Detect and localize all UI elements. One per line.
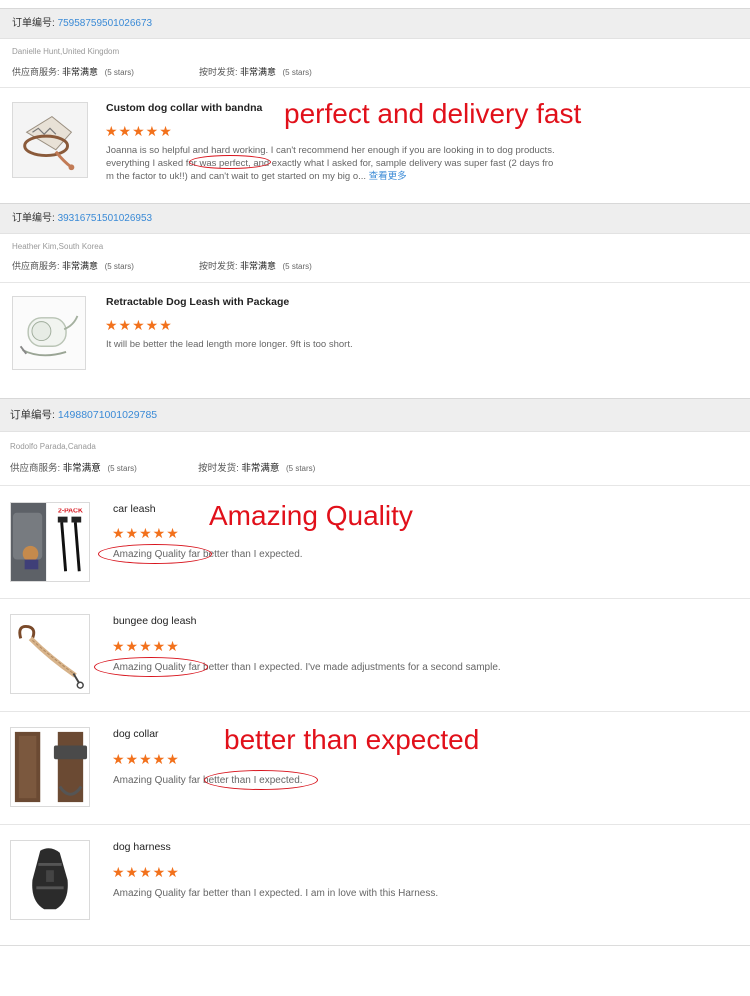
order-number-label: 订单编号: bbox=[12, 18, 55, 29]
dog-harness-icon bbox=[11, 841, 89, 919]
order-header: 订单编号: 14988071001029785 bbox=[0, 398, 750, 432]
buyer-name: Rodolfo Parada,Canada bbox=[10, 442, 96, 451]
car-leash-icon: 2-PACK bbox=[11, 503, 89, 581]
delivery-label: 按时发货: bbox=[198, 463, 239, 474]
order-number-link[interactable]: 39316751501026953 bbox=[58, 213, 153, 224]
supplier-service-label: 供应商服务: bbox=[12, 67, 60, 77]
pack-badge: 2-PACK bbox=[58, 508, 83, 515]
review-line-last: m the factor to uk!!) and can't wait to … bbox=[106, 171, 407, 182]
product-image[interactable] bbox=[12, 296, 86, 370]
product-name[interactable]: car leash bbox=[113, 503, 156, 515]
bungee-leash-icon bbox=[11, 615, 89, 693]
supplier-service-stars: (5 stars) bbox=[104, 68, 134, 77]
supplier-service-value: 非常满意 bbox=[62, 463, 101, 474]
highlight-ellipse bbox=[189, 155, 271, 169]
review-line: everything I asked for was perfect, and … bbox=[106, 158, 554, 169]
order-ratings: 供应商服务: 非常满意 (5 stars) 按时发货: 非常满意 (5 star… bbox=[10, 460, 315, 474]
star-rating: ★★★★★ bbox=[112, 751, 180, 767]
review-text: Amazing Quality far better than I expect… bbox=[113, 888, 439, 899]
delivery-value: 非常满意 bbox=[239, 67, 276, 77]
divider bbox=[0, 282, 750, 283]
star-rating: ★★★★★ bbox=[112, 638, 180, 654]
supplier-service-label: 供应商服务: bbox=[10, 463, 61, 474]
delivery-stars: (5 stars) bbox=[282, 68, 312, 77]
supplier-service-stars: (5 stars) bbox=[107, 464, 137, 473]
buyer-name: Danielle Hunt,United Kingdom bbox=[12, 47, 120, 56]
product-name[interactable]: Custom dog collar with bandna bbox=[106, 102, 262, 114]
order-number-link[interactable]: 14988071001029785 bbox=[58, 409, 157, 421]
delivery-label: 按时发货: bbox=[198, 261, 238, 271]
product-name[interactable]: bungee dog leash bbox=[113, 615, 197, 627]
annotation-amazing-quality: Amazing Quality bbox=[209, 500, 413, 531]
supplier-service-label: 供应商服务: bbox=[12, 261, 60, 271]
dog-collar-icon bbox=[11, 728, 89, 806]
product-image[interactable] bbox=[10, 840, 90, 920]
star-rating: ★★★★★ bbox=[112, 525, 180, 541]
highlight-ellipse bbox=[204, 770, 318, 790]
order-number-link[interactable]: 75958759501026673 bbox=[58, 18, 153, 29]
star-rating: ★★★★★ bbox=[112, 864, 180, 880]
delivery-value: 非常满意 bbox=[241, 463, 280, 474]
product-image[interactable]: 2-PACK bbox=[10, 502, 90, 582]
review-text: It will be better the lead length more l… bbox=[106, 339, 353, 350]
delivery-value: 非常满意 bbox=[239, 261, 276, 271]
order-header: 订单编号: 75958759501026673 bbox=[0, 8, 750, 39]
divider bbox=[0, 598, 750, 599]
divider bbox=[0, 87, 750, 88]
highlight-ellipse bbox=[98, 544, 212, 564]
retractable-leash-icon bbox=[13, 297, 85, 369]
product-image[interactable] bbox=[10, 614, 90, 694]
product-image[interactable] bbox=[12, 102, 88, 178]
order-ratings: 供应商服务: 非常满意 (5 stars) 按时发货: 非常满意 (5 star… bbox=[12, 259, 312, 272]
annotation-perfect-delivery: perfect and delivery fast bbox=[284, 98, 582, 129]
order-ratings: 供应商服务: 非常满意 (5 stars) 按时发货: 非常满意 (5 star… bbox=[12, 65, 312, 78]
product-name[interactable]: Retractable Dog Leash with Package bbox=[106, 296, 289, 308]
review-text: Joanna is so helpful and hard working. I… bbox=[106, 144, 586, 183]
order-number-label: 订单编号: bbox=[12, 213, 55, 224]
divider bbox=[0, 824, 750, 825]
delivery-stars: (5 stars) bbox=[286, 464, 316, 473]
product-image[interactable] bbox=[10, 727, 90, 807]
star-rating: ★★★★★ bbox=[105, 123, 173, 139]
product-name[interactable]: dog harness bbox=[113, 841, 171, 853]
see-more-link[interactable]: 查看更多 bbox=[369, 171, 407, 182]
delivery-label: 按时发货: bbox=[198, 67, 238, 77]
annotation-better-than-expected: better than expected bbox=[224, 724, 480, 755]
supplier-service-value: 非常满意 bbox=[62, 67, 99, 77]
order-number-label: 订单编号: bbox=[10, 409, 55, 421]
supplier-service-value: 非常满意 bbox=[62, 261, 99, 271]
star-rating: ★★★★★ bbox=[105, 317, 173, 333]
highlight-ellipse bbox=[94, 657, 208, 677]
buyer-name: Heather Kim,South Korea bbox=[12, 242, 104, 251]
divider bbox=[0, 485, 750, 486]
delivery-stars: (5 stars) bbox=[282, 262, 312, 271]
product-name[interactable]: dog collar bbox=[113, 728, 159, 740]
divider bbox=[0, 711, 750, 712]
dog-collar-bandana-icon bbox=[13, 103, 87, 177]
order-header: 订单编号: 39316751501026953 bbox=[0, 203, 750, 234]
review-line: Joanna is so helpful and hard working. I… bbox=[106, 145, 555, 156]
supplier-service-stars: (5 stars) bbox=[104, 262, 134, 271]
